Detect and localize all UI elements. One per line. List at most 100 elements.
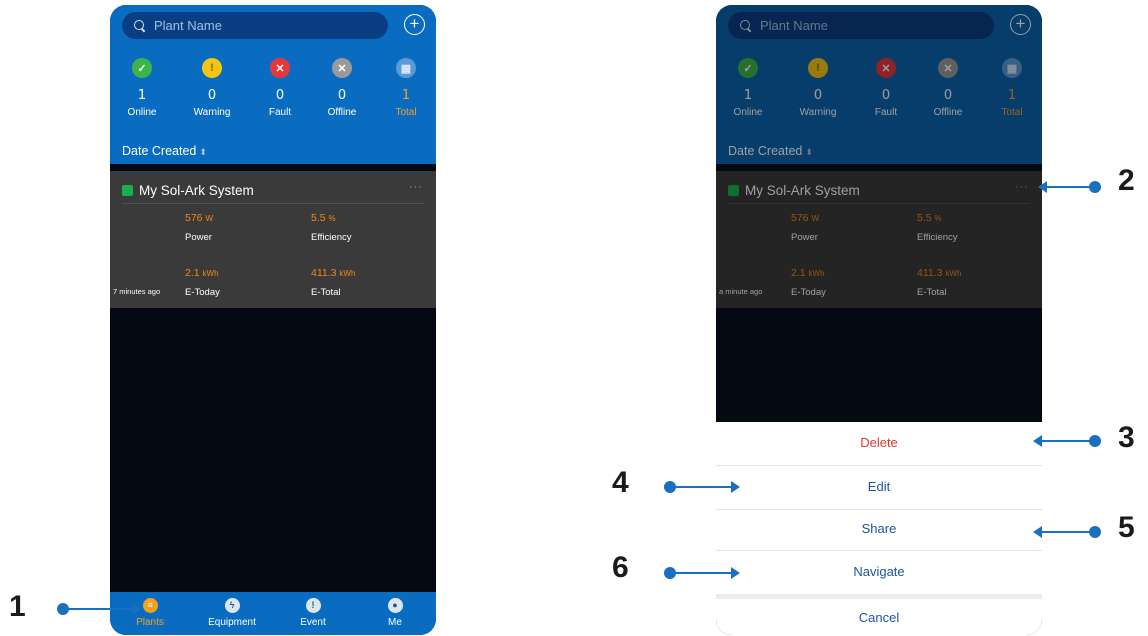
divider xyxy=(728,203,1030,204)
tab-label: Plants xyxy=(136,617,164,628)
check-icon: ✓ xyxy=(132,58,152,78)
sort-arrows-icon: ⬍ xyxy=(199,147,207,157)
stat-label: Total xyxy=(1001,107,1023,118)
callout-3-number: 3 xyxy=(1118,421,1135,454)
plants-icon: ≡ xyxy=(142,598,158,613)
sort-label: Date Created xyxy=(122,144,197,158)
search-icon xyxy=(740,19,752,32)
callout-6-number: 6 xyxy=(612,551,629,584)
efficiency-value: 5.5 % xyxy=(311,212,336,224)
stat-warning: ! 0 Warning xyxy=(785,58,851,118)
stat-count: 1 xyxy=(401,88,411,103)
stat-count: 0 xyxy=(337,88,347,103)
stat-count: 0 xyxy=(275,88,285,103)
stat-warning[interactable]: ! 0 Warning xyxy=(179,58,245,118)
user-icon: ● xyxy=(387,598,403,613)
more-options-icon[interactable]: ··· xyxy=(1015,181,1029,193)
divider xyxy=(122,203,424,204)
plant-title: My Sol-Ark System xyxy=(122,183,254,198)
stat-total: ▦ 1 Total xyxy=(979,58,1042,118)
plant-name: My Sol-Ark System xyxy=(139,183,254,198)
x-icon: ✕ xyxy=(938,58,958,78)
updated-time: a minute ago xyxy=(719,287,763,296)
stat-label: Warning xyxy=(799,107,837,118)
tab-equipment[interactable]: ϟ Equipment xyxy=(197,598,267,628)
x-icon: ✕ xyxy=(270,58,290,78)
efficiency-label: Efficiency xyxy=(917,232,958,243)
stat-label: Fault xyxy=(874,107,898,118)
x-icon: ✕ xyxy=(876,58,896,78)
etoday-value: 2.1 kWh xyxy=(185,267,219,279)
stage: Plant Name + ✓ 1 Online ! 0 Warning ✕ 0 … xyxy=(0,0,1148,636)
divider xyxy=(716,550,1042,551)
plant-name: My Sol-Ark System xyxy=(745,183,860,198)
lightning-icon: ϟ xyxy=(224,598,240,613)
stat-label: Fault xyxy=(268,107,292,118)
stat-count: 0 xyxy=(207,88,217,103)
stat-count: 0 xyxy=(813,88,823,103)
search-input: Plant Name xyxy=(728,12,994,39)
sort-arrows-icon: ⬍ xyxy=(805,147,813,157)
share-button[interactable]: Share xyxy=(716,521,1042,536)
callout-6-arrow xyxy=(664,567,740,579)
power-value: 576 W xyxy=(791,212,820,224)
sort-dropdown[interactable]: Date Created ⬍ xyxy=(122,144,207,158)
efficiency-label: Efficiency xyxy=(311,232,352,243)
divider xyxy=(716,465,1042,466)
delete-button[interactable]: Delete xyxy=(716,435,1042,450)
x-icon: ✕ xyxy=(332,58,352,78)
plant-status-icon xyxy=(122,185,133,196)
plus-circle-icon[interactable]: + xyxy=(404,14,425,35)
stat-fault: ✕ 0 Fault xyxy=(853,58,919,118)
plant-status-icon xyxy=(728,185,739,196)
stat-label: Warning xyxy=(193,107,231,118)
stat-fault[interactable]: ✕ 0 Fault xyxy=(247,58,313,118)
check-icon: ✓ xyxy=(738,58,758,78)
chart-icon: ▦ xyxy=(396,58,416,78)
stat-offline: ✕ 0 Offline xyxy=(915,58,981,118)
divider xyxy=(716,594,1042,599)
plant-card[interactable]: My Sol-Ark System ··· 576 W Power 5.5 % … xyxy=(110,171,436,308)
callout-1-arrow xyxy=(57,603,141,615)
etoday-label: E-Today xyxy=(185,287,220,298)
tab-label: Me xyxy=(388,617,402,628)
stat-count: 1 xyxy=(1007,88,1017,103)
navigate-button[interactable]: Navigate xyxy=(716,564,1042,579)
efficiency-value: 5.5 % xyxy=(917,212,942,224)
etoday-value: 2.1 kWh xyxy=(791,267,825,279)
tab-me[interactable]: ● Me xyxy=(360,598,430,628)
callout-5-number: 5 xyxy=(1118,511,1135,544)
stat-offline[interactable]: ✕ 0 Offline xyxy=(309,58,375,118)
sort-dropdown: Date Created ⬍ xyxy=(728,144,813,158)
header-panel: Plant Name + ✓ 1 Online ! 0 Warning ✕ 0 … xyxy=(110,5,436,164)
stat-count: 1 xyxy=(743,88,753,103)
etotal-label: E-Total xyxy=(917,287,947,298)
power-label: Power xyxy=(185,232,212,243)
search-icon xyxy=(134,19,146,32)
cancel-button[interactable]: Cancel xyxy=(716,610,1042,625)
stat-count: 1 xyxy=(137,88,147,103)
status-summary: ✓ 1 Online ! 0 Warning ✕ 0 Fault ✕ 0 Off… xyxy=(110,58,436,128)
stat-label: Total xyxy=(395,107,417,118)
stat-total[interactable]: ▦ 1 Total xyxy=(373,58,436,118)
search-placeholder: Plant Name xyxy=(154,18,222,33)
etotal-value: 411.3 kWh xyxy=(917,267,962,279)
warning-icon: ! xyxy=(808,58,828,78)
etotal-value: 411.3 kWh xyxy=(311,267,356,279)
edit-button[interactable]: Edit xyxy=(716,479,1042,494)
search-input[interactable]: Plant Name xyxy=(122,12,388,39)
callout-4-number: 4 xyxy=(612,466,629,499)
callout-5-arrow xyxy=(1033,526,1101,538)
updated-time: 7 minutes ago xyxy=(113,287,161,296)
plant-title: My Sol-Ark System xyxy=(728,183,860,198)
callout-2-number: 2 xyxy=(1118,164,1135,197)
tab-plants[interactable]: ≡ Plants xyxy=(115,598,185,628)
tab-event[interactable]: ! Event xyxy=(278,598,348,628)
callout-2-arrow xyxy=(1038,181,1101,193)
chart-icon: ▦ xyxy=(1002,58,1022,78)
more-options-icon[interactable]: ··· xyxy=(409,181,423,193)
phone-action-sheet: Plant Name + ✓ 1 Online ! 0 Warning ✕ 0 … xyxy=(716,5,1042,635)
stat-online[interactable]: ✓ 1 Online xyxy=(110,58,175,118)
warning-icon: ! xyxy=(202,58,222,78)
bottom-tab-bar: ≡ Plants ϟ Equipment ! Event ● Me xyxy=(110,592,436,635)
